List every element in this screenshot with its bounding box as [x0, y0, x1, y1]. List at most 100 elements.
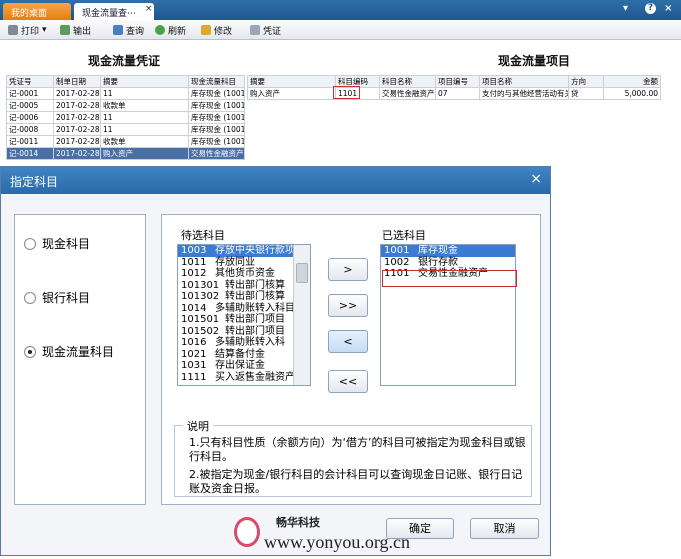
column-header[interactable]: 项目编号	[435, 75, 480, 88]
account-code: 1002	[384, 256, 410, 268]
radio-label: 银行科目	[42, 291, 91, 305]
column-header[interactable]: 摘要	[100, 75, 189, 88]
export-label: 输出	[73, 26, 92, 37]
move-all-left-button[interactable]: <<	[328, 370, 368, 393]
list-item[interactable]: 1011 存放同业	[178, 257, 310, 269]
radio-option[interactable]: 现金科目	[24, 235, 90, 252]
list-item[interactable]: 1003 存放中央银行款项	[178, 245, 310, 257]
table-row[interactable]: 记-0014 2017-02-28 购入资产 交易性金融资产	[6, 147, 245, 160]
note-line-1: 1.只有科目性质（余额方向）为‘借方’的科目可被指定为现金科目或银行科目。	[189, 436, 526, 463]
move-left-button[interactable]: <	[328, 330, 368, 353]
list-item[interactable]: 1014 多辅助账转入科目	[178, 303, 310, 315]
print-button[interactable]: 打印 ▾	[8, 23, 47, 37]
move-right-button[interactable]: >	[328, 258, 368, 281]
highlight-box	[382, 270, 517, 287]
account-code: 1021	[181, 348, 207, 360]
tab-bar: 我的桌面 现金流量查⋯ × ▾ ? ×	[0, 0, 681, 20]
table-cell: 库存现金 (1001)	[188, 123, 245, 136]
account-code: 1016	[181, 337, 207, 348]
account-code: 101502	[181, 325, 220, 337]
edit-button[interactable]: 修改	[201, 23, 232, 37]
table-cell: 记-0014	[6, 147, 54, 160]
available-listbox[interactable]: 1003 存放中央银行款项 1011 存放同业 1012 其他货币资金 101301 转出部门…	[177, 244, 311, 386]
table-row[interactable]: 记-0011 2017-02-28 收款单 库存现金 (1001)	[6, 135, 245, 148]
column-header[interactable]: 摘要	[247, 75, 336, 88]
table-row[interactable]: 记-0006 2017-02-28 11 库存现金 (1001)	[6, 111, 245, 124]
table-cell: 2017-02-28	[53, 87, 101, 100]
table-cell: 购入资产	[100, 147, 189, 160]
table-cell: 交易性金融资产	[379, 87, 436, 100]
export-button[interactable]: 输出	[60, 23, 91, 37]
table-row[interactable]: 记-0005 2017-02-28 收款单 库存现金 (1001)	[6, 99, 245, 112]
note-title: 说明	[183, 418, 213, 434]
list-item[interactable]: 1031 存出保证金	[178, 360, 310, 372]
listbox-scrollbar[interactable]	[293, 245, 310, 385]
tab-cashflow-query[interactable]: 现金流量查⋯	[74, 3, 154, 20]
radio-circle-icon[interactable]	[24, 291, 36, 304]
help-icon[interactable]: ?	[645, 3, 656, 14]
list-item[interactable]: 1012 其他货币资金	[178, 268, 310, 280]
scrollbar-thumb[interactable]	[296, 263, 308, 283]
list-item[interactable]: 1111 买入返售金融资产	[178, 372, 310, 384]
list-item[interactable]: 101301 转出部门核算	[178, 280, 310, 292]
account-name: 存放中央银行款项	[215, 245, 295, 256]
available-label: 待选科目	[181, 229, 225, 242]
query-icon	[113, 25, 123, 35]
dropdown-icon[interactable]: ▾	[623, 3, 628, 14]
table-cell: 库存现金 (1001)	[188, 135, 245, 148]
list-item[interactable]: 1002 银行存款	[381, 257, 515, 269]
printer-icon	[8, 25, 18, 35]
table-cell: 2017-02-28	[53, 99, 101, 112]
radio-label: 现金流量科目	[42, 345, 115, 359]
close-icon[interactable]: ×	[664, 3, 672, 14]
edit-label: 修改	[214, 26, 233, 37]
table-cell: 库存现金 (1001)	[188, 111, 245, 124]
radio-option[interactable]: 银行科目	[24, 289, 90, 306]
move-all-right-button[interactable]: >>	[328, 294, 368, 317]
column-header[interactable]: 科目名称	[379, 75, 436, 88]
table-cell: 记-0011	[6, 135, 54, 148]
tab-close-icon[interactable]: ×	[145, 4, 153, 14]
account-name: 存放同业	[215, 256, 255, 268]
table-cell: 2017-02-28	[53, 147, 101, 160]
cancel-button[interactable]: 取消	[470, 518, 539, 539]
left-title: 现金流量凭证	[88, 54, 161, 68]
dialog-close-icon[interactable]: ×	[530, 171, 542, 187]
account-code: 101501	[181, 314, 220, 325]
account-code: 101302	[181, 291, 220, 302]
selected-label: 已选科目	[382, 229, 426, 242]
list-item[interactable]: 101302 转出部门核算	[178, 291, 310, 303]
list-item[interactable]: 101501 转出部门项目	[178, 314, 310, 326]
column-header[interactable]: 凭证号	[6, 75, 54, 88]
table-cell: 库存现金 (1001)	[188, 87, 245, 100]
table-row[interactable]: 记-0001 2017-02-28 11 库存现金 (1001)	[6, 87, 245, 100]
list-item[interactable]: 101502 转出部门项目	[178, 326, 310, 338]
tab-home[interactable]: 我的桌面	[3, 3, 71, 20]
voucher-button[interactable]: 凭证	[250, 23, 281, 37]
table-cell: 收款单	[100, 135, 189, 148]
account-name: 其他货币资金	[215, 268, 275, 279]
table-row[interactable]: 记-0008 2017-02-28 11 库存现金 (1001)	[6, 123, 245, 136]
list-item[interactable]: 1001 库存现金	[381, 245, 515, 257]
print-caret-icon: ▾	[42, 25, 47, 35]
list-item[interactable]: 1016 多辅助账转入科	[178, 337, 310, 349]
radio-label: 现金科目	[42, 237, 91, 251]
table-cell: 11	[100, 123, 189, 136]
column-header[interactable]: 现金流量科目	[188, 75, 245, 88]
list-item[interactable]: 1021 结算备付金	[178, 349, 310, 361]
query-button[interactable]: 查询	[113, 23, 144, 37]
radio-option[interactable]: 现金流量科目	[24, 343, 114, 360]
table-row[interactable]: 购入资产 1101 交易性金融资产 07 支付的与其他经营活动有关贷 5,000.00	[247, 87, 661, 100]
dialog-title: 指定科目	[10, 175, 59, 189]
radio-circle-icon[interactable]	[24, 345, 36, 358]
selected-listbox[interactable]: 1001 库存现金 1002 银行存款 1101 交易性金融资产	[380, 244, 516, 386]
account-name: 转出部门项目	[225, 325, 285, 337]
column-header[interactable]: 金额	[603, 75, 661, 88]
column-header[interactable]: 制单日期	[53, 75, 101, 88]
column-header[interactable]: 方向	[568, 75, 604, 88]
column-header[interactable]: 项目名称	[479, 75, 569, 88]
assign-account-dialog: 指定科目 × 现金科目 银行科目 现金流量科目 待选科目 1003 存放中央银行款项 1…	[0, 166, 551, 556]
radio-circle-icon[interactable]	[24, 237, 36, 250]
account-code: 1014	[181, 302, 207, 314]
refresh-button[interactable]: 刷新	[155, 23, 186, 37]
